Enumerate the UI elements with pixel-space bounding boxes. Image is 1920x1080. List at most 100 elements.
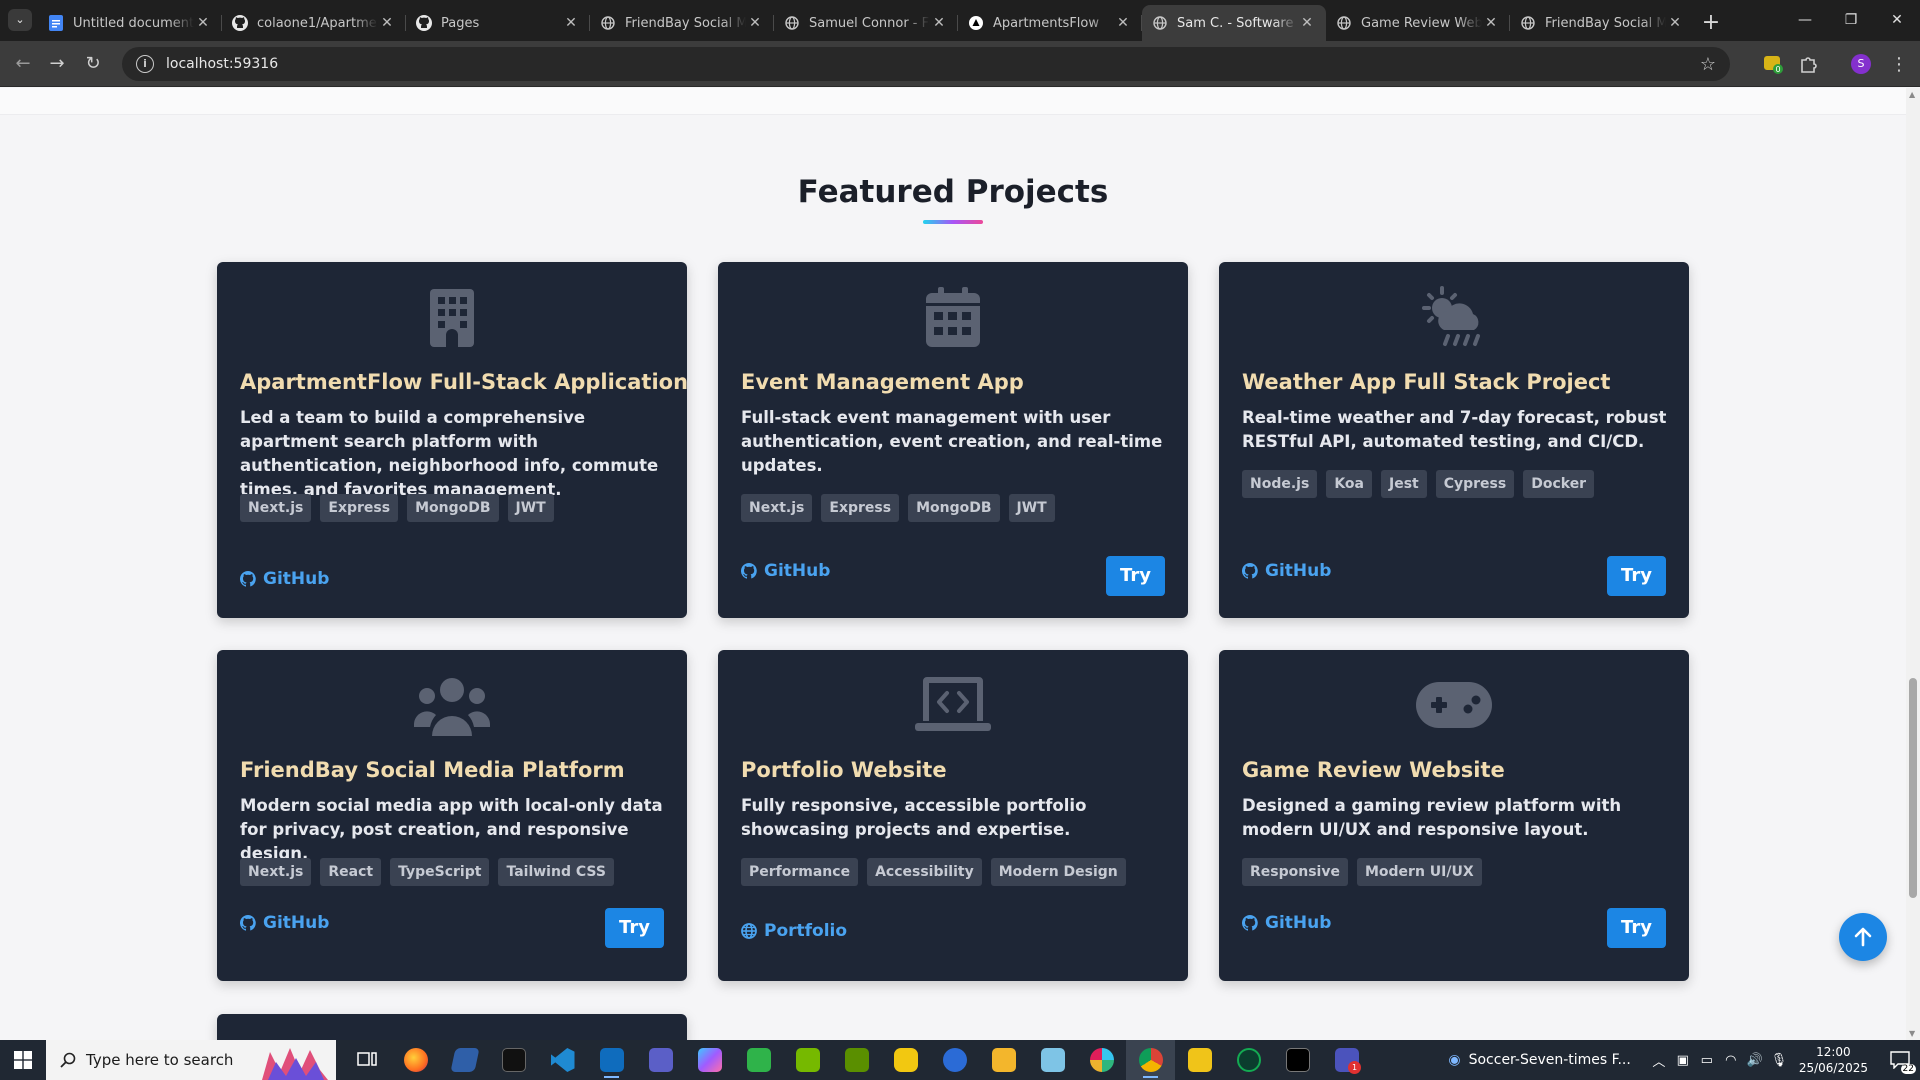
tab-game-review[interactable]: Game Review Website ✕ <box>1326 5 1510 41</box>
volume-icon[interactable]: 🔊 <box>1743 1053 1767 1068</box>
file-explorer-app[interactable] <box>979 1040 1028 1080</box>
tab-apartmentsflow[interactable]: ApartmentsFlow ✕ <box>958 5 1142 41</box>
chevron-up-icon[interactable]: ︿ <box>1647 1051 1671 1070</box>
forward-button[interactable]: → <box>42 49 72 79</box>
close-icon[interactable]: ✕ <box>1666 15 1684 31</box>
browser-menu-icon[interactable]: ⋮ <box>1886 51 1912 77</box>
project-title: FriendBay Social Media Platform <box>240 758 625 782</box>
tech-tag: Modern Design <box>990 858 1126 886</box>
tech-tag: Jest <box>1380 470 1427 498</box>
meet-now-icon[interactable]: ▣ <box>1671 1053 1695 1068</box>
try-button[interactable]: Try <box>1607 908 1666 948</box>
tab-google-docs[interactable]: Untitled document - Google Docs ✕ <box>38 5 222 41</box>
mongodb-compass-app[interactable] <box>1224 1040 1273 1080</box>
close-icon[interactable]: ✕ <box>746 15 764 31</box>
cloud-sun-rain-icon <box>1219 284 1689 350</box>
scroll-down-arrow[interactable]: ▼ <box>1909 1029 1915 1038</box>
laptop-code-icon <box>718 672 1188 738</box>
project-title: Game Review Website <box>1242 758 1505 782</box>
globe-icon <box>784 15 800 31</box>
store-app[interactable] <box>930 1040 979 1080</box>
puzzle-app[interactable] <box>1175 1040 1224 1080</box>
github-icon <box>1242 563 1258 579</box>
nvidia-app[interactable] <box>783 1040 832 1080</box>
close-icon[interactable]: ✕ <box>1482 15 1500 31</box>
tab-github-apartmentflow[interactable]: colaone1/ApartmentFlow ✕ <box>222 5 406 41</box>
taskbar-search-box[interactable]: Type here to search <box>46 1040 336 1080</box>
spreadsheet-app[interactable] <box>734 1040 783 1080</box>
globe-icon <box>741 923 757 939</box>
firefox-app[interactable] <box>391 1040 440 1080</box>
github-link[interactable]: GitHub <box>741 561 830 581</box>
page-scrollbar[interactable]: ▲ ▼ <box>1906 88 1920 1040</box>
reload-button[interactable]: ↻ <box>78 49 108 79</box>
wifi-icon[interactable]: ◠ <box>1719 1053 1743 1068</box>
scroll-to-top-button[interactable] <box>1839 913 1887 961</box>
github-link[interactable]: GitHub <box>240 569 329 589</box>
try-button[interactable]: Try <box>1106 556 1165 596</box>
tech-tag: Modern UI/UX <box>1356 858 1482 886</box>
microphone-icon[interactable]: 🎙 <box>1767 1053 1791 1068</box>
tech-tag: Tailwind CSS <box>498 858 614 886</box>
address-bar[interactable]: i localhost:59316 ☆ <box>122 47 1730 81</box>
close-icon[interactable]: ✕ <box>378 15 396 31</box>
vscode-app[interactable] <box>538 1040 587 1080</box>
unity-app[interactable] <box>1273 1040 1322 1080</box>
copilot-app[interactable] <box>685 1040 734 1080</box>
task-view-button[interactable] <box>342 1040 391 1080</box>
close-icon[interactable]: ✕ <box>930 15 948 31</box>
start-button[interactable] <box>0 1040 46 1080</box>
extensions-puzzle-icon[interactable] <box>1795 51 1821 77</box>
bookmark-star-icon[interactable]: ☆ <box>1700 54 1716 75</box>
github-link[interactable]: GitHub <box>1242 913 1331 933</box>
restore-button[interactable]: ❐ <box>1828 0 1874 41</box>
close-window-button[interactable]: ✕ <box>1874 0 1920 41</box>
powershell-app[interactable] <box>440 1040 489 1080</box>
search-placeholder: Type here to search <box>86 1051 234 1069</box>
close-icon[interactable]: ✕ <box>1114 15 1132 31</box>
media-widget[interactable]: ◉ Soccer-Seven-times F... <box>1448 1052 1630 1068</box>
tab-sam-c-active[interactable]: Sam C. - Software Developer ✕ <box>1142 5 1326 41</box>
notepad-app[interactable] <box>1028 1040 1077 1080</box>
extension-badge-icon[interactable]: 0 <box>1760 51 1786 77</box>
try-button[interactable]: Try <box>605 908 664 948</box>
clock[interactable]: 12:00 25/06/2025 <box>1799 1044 1868 1076</box>
tab-pages[interactable]: Pages ✕ <box>406 5 590 41</box>
tab-friendbay-1[interactable]: FriendBay Social Media Platform ✕ <box>590 5 774 41</box>
tab-friendbay-2[interactable]: FriendBay Social Media Platform ✕ <box>1510 5 1694 41</box>
tab-search-button[interactable]: ⌄ <box>8 9 32 31</box>
tab-title: Samuel Connor - Full Stack <box>809 15 930 31</box>
scrollbar-thumb[interactable] <box>1909 678 1917 898</box>
tasks-app[interactable] <box>881 1040 930 1080</box>
try-button[interactable]: Try <box>1607 556 1666 596</box>
tab-title: FriendBay Social Media Platform <box>625 15 746 31</box>
github-link[interactable]: GitHub <box>240 913 329 933</box>
tech-tag: TypeScript <box>390 858 490 886</box>
profile-avatar[interactable]: S <box>1848 51 1874 77</box>
portfolio-link[interactable]: Portfolio <box>741 921 847 941</box>
site-info-icon[interactable]: i <box>136 55 154 73</box>
teams-app[interactable] <box>636 1040 685 1080</box>
clock-date: 25/06/2025 <box>1798 1061 1868 1075</box>
slack-app[interactable] <box>1077 1040 1126 1080</box>
close-icon[interactable]: ✕ <box>562 15 580 31</box>
tech-tag-list: Next.js React TypeScript Tailwind CSS <box>240 858 614 886</box>
back-button[interactable]: ← <box>8 49 38 79</box>
close-icon[interactable]: ✕ <box>1298 15 1316 31</box>
github-link-label: GitHub <box>263 569 330 589</box>
new-tab-button[interactable]: + <box>1694 5 1728 41</box>
scroll-up-arrow[interactable]: ▲ <box>1909 90 1915 99</box>
teams-classic-app[interactable]: 1 <box>1322 1040 1371 1080</box>
nvidia-broadcast-app[interactable] <box>832 1040 881 1080</box>
battery-icon[interactable]: ▭ <box>1695 1053 1719 1068</box>
chrome-app[interactable] <box>1126 1040 1175 1080</box>
close-icon[interactable]: ✕ <box>194 15 212 31</box>
minimize-button[interactable]: — <box>1782 0 1828 41</box>
github-link[interactable]: GitHub <box>1242 561 1331 581</box>
notification-center-button[interactable]: 22 <box>1880 1040 1920 1080</box>
tab-samuel-connor[interactable]: Samuel Connor - Full Stack ✕ <box>774 5 958 41</box>
project-description: Fully responsive, accessible portfolio s… <box>741 796 1087 839</box>
url-text[interactable]: localhost:59316 <box>166 56 1700 72</box>
outlook-app[interactable] <box>587 1040 636 1080</box>
terminal-app[interactable] <box>489 1040 538 1080</box>
